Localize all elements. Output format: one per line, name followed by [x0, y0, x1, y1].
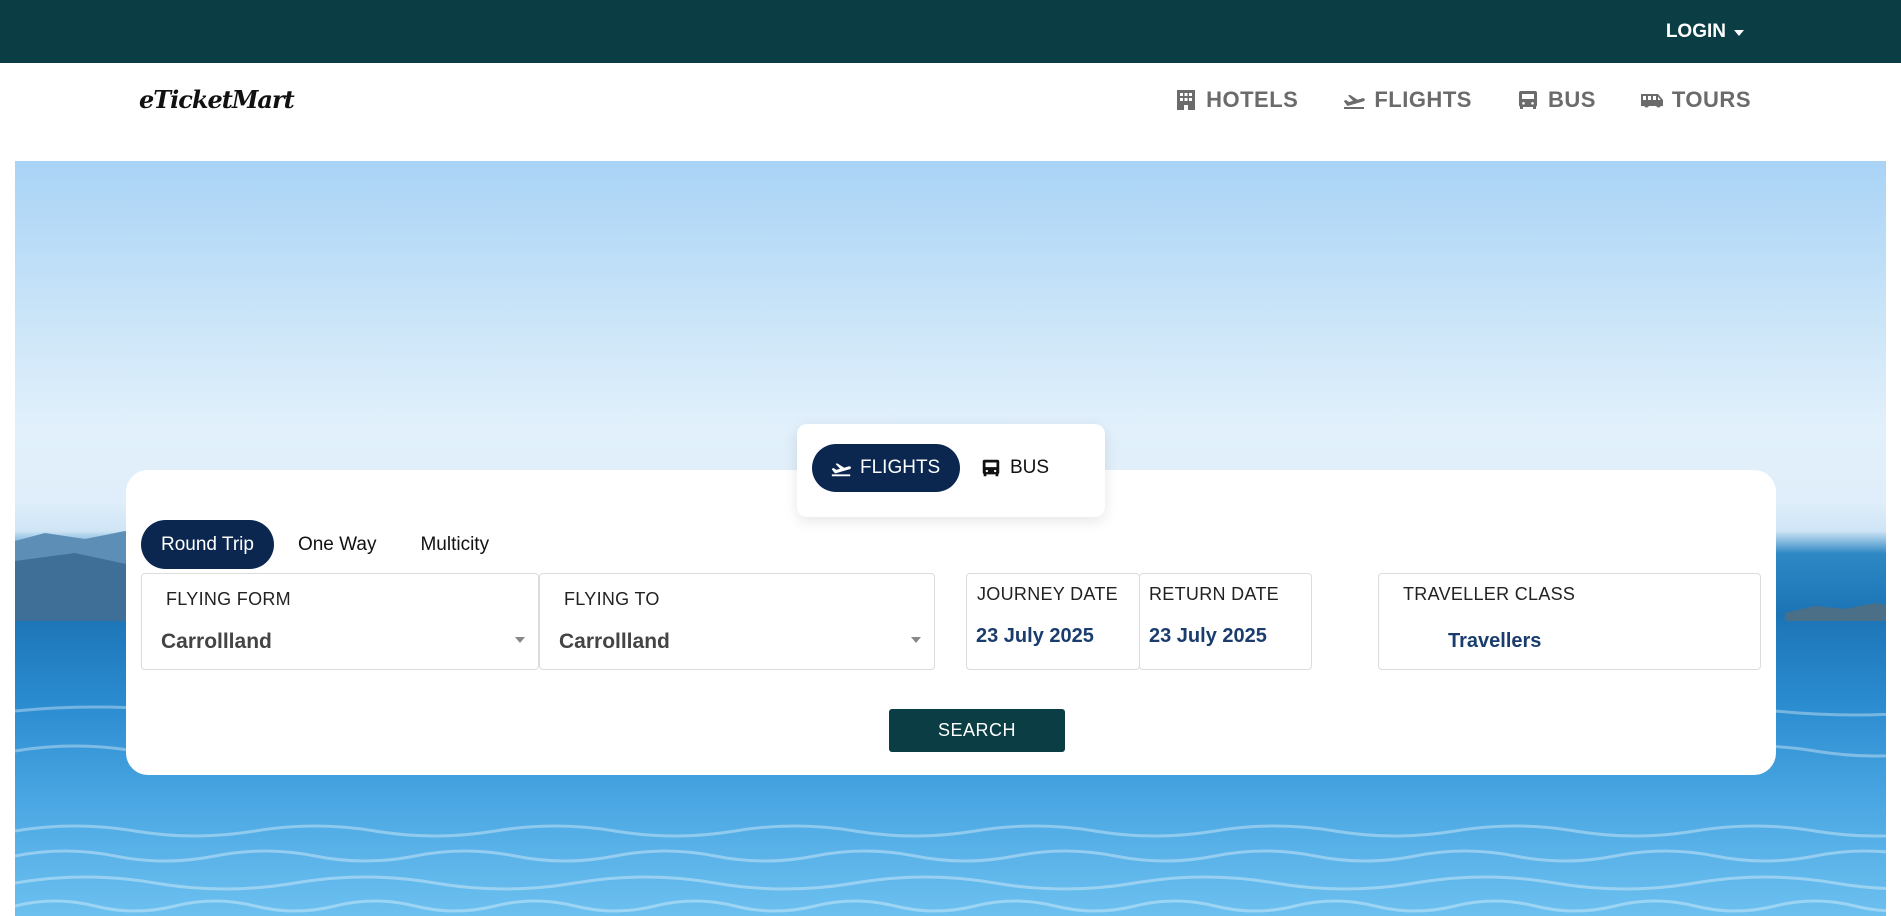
search-mode-tabs: FLIGHTS BUS	[797, 424, 1105, 517]
flying-from-label: FLYING FORM	[166, 589, 291, 609]
tab-bus-label: BUS	[1010, 457, 1050, 478]
return-date-value: 23 July 2025	[1149, 625, 1267, 647]
plane-icon	[1344, 94, 1366, 109]
journey-date-value: 23 July 2025	[976, 625, 1094, 647]
hotel-icon	[1177, 90, 1196, 110]
search-button[interactable]: SEARCH	[889, 709, 1065, 752]
nav-bus-label: BUS	[1547, 87, 1596, 112]
flying-from-select[interactable]: FLYING FORM Carrollland	[141, 573, 539, 670]
journey-date-label: JOURNEY DATE	[977, 584, 1118, 604]
nav-links: HOTELS FLIGHTS BUS TOURS	[1174, 87, 1751, 113]
flying-to-value: Carrollland	[559, 630, 670, 653]
flying-to-select[interactable]: FLYING TO Carrollland	[539, 573, 935, 670]
caret-down-icon	[1734, 29, 1744, 36]
traveller-class-field[interactable]: TRAVELLER CLASS Travellers	[1378, 573, 1761, 670]
tab-multicity[interactable]: Multicity	[400, 520, 509, 569]
nav-flights-label: FLIGHTS	[1374, 87, 1472, 112]
tab-flights-label: FLIGHTS	[860, 457, 941, 478]
main-navbar: eTicketMart HOTELS FLIGHTS BUS TOURS	[0, 63, 1901, 161]
nav-bus[interactable]: BUS	[1516, 87, 1596, 113]
nav-tours-label: TOURS	[1671, 87, 1751, 112]
site-logo[interactable]: eTicketMart	[139, 85, 295, 114]
tab-flights[interactable]: FLIGHTS	[812, 444, 961, 492]
tour-bus-icon	[1640, 94, 1663, 108]
plane-icon	[831, 463, 851, 477]
journey-date-field[interactable]: JOURNEY DATE 23 July 2025	[966, 573, 1140, 670]
traveller-class-label: TRAVELLER CLASS	[1403, 584, 1576, 604]
traveller-class-value: Travellers	[1448, 630, 1542, 652]
tab-round-trip[interactable]: Round Trip	[141, 520, 274, 569]
bus-icon	[1518, 91, 1537, 109]
trip-type-tabs: Round Trip One Way Multicity	[141, 520, 509, 569]
nav-tours[interactable]: TOURS	[1640, 87, 1751, 113]
flying-from-value: Carrollland	[161, 630, 272, 653]
chevron-down-icon	[515, 637, 525, 643]
login-dropdown[interactable]: LOGIN	[1666, 0, 1744, 63]
top-bar: LOGIN	[0, 0, 1901, 63]
return-date-field[interactable]: RETURN DATE 23 July 2025	[1139, 573, 1312, 670]
tab-bus[interactable]: BUS	[980, 444, 1049, 492]
nav-hotels-label: HOTELS	[1206, 87, 1299, 112]
chevron-down-icon	[911, 637, 921, 643]
return-date-label: RETURN DATE	[1149, 584, 1279, 604]
login-label: LOGIN	[1665, 20, 1726, 42]
flying-to-label: FLYING TO	[564, 589, 660, 609]
nav-flights[interactable]: FLIGHTS	[1342, 87, 1472, 113]
tab-one-way[interactable]: One Way	[278, 520, 397, 569]
nav-hotels[interactable]: HOTELS	[1174, 87, 1298, 113]
bus-icon	[982, 459, 1000, 477]
